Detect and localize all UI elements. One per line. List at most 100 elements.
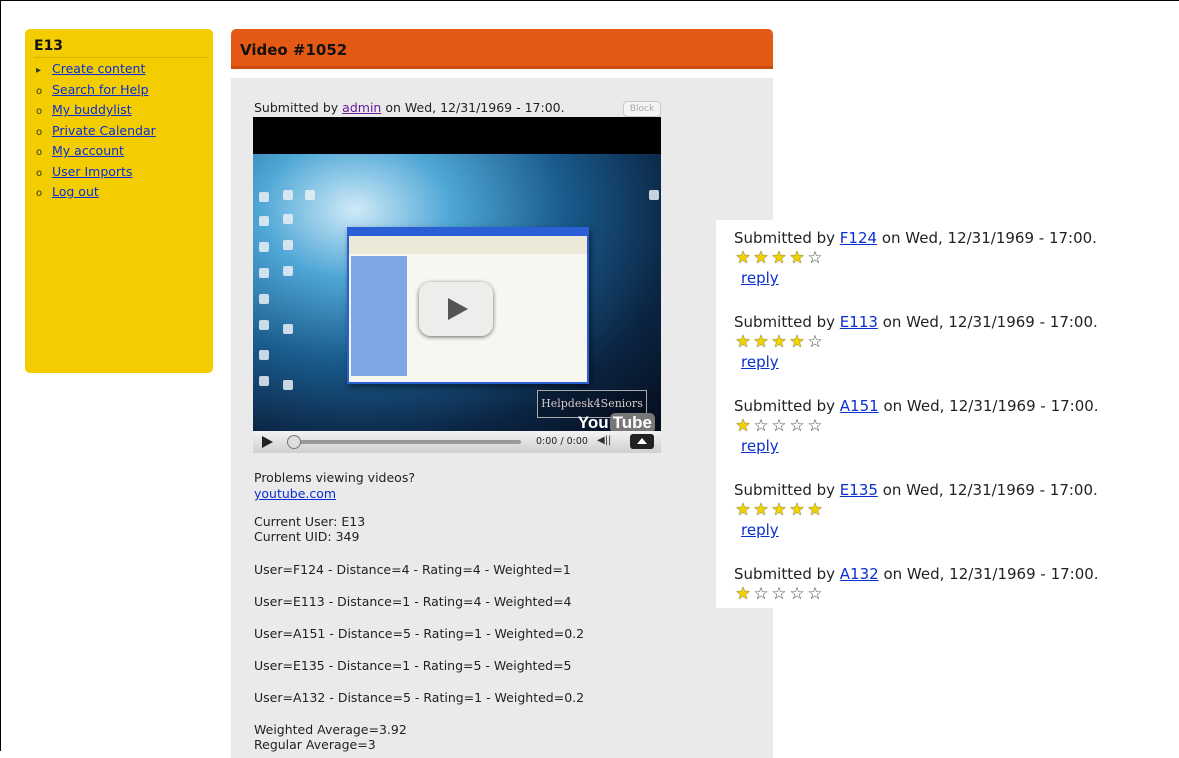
star-rating[interactable]: ★ ★ ★ ★ ★ (734, 500, 1098, 520)
current-user: Current User: E13 (254, 514, 366, 529)
desktop-icon (259, 376, 269, 386)
star-empty-icon[interactable]: ☆ (752, 584, 770, 604)
star-empty-icon[interactable]: ☆ (770, 416, 788, 436)
star-rating[interactable]: ★ ★ ★ ★ ☆ (734, 332, 1098, 352)
play-control-icon[interactable] (262, 436, 273, 448)
star-filled-icon[interactable]: ★ (770, 500, 788, 520)
star-filled-icon[interactable]: ★ (752, 332, 770, 352)
circle-bullet-icon: o (36, 85, 43, 97)
star-empty-icon[interactable]: ☆ (806, 332, 824, 352)
seek-handle[interactable] (287, 435, 301, 449)
seek-bar[interactable] (289, 440, 521, 444)
play-icon[interactable] (419, 282, 493, 336)
frame-left-border (0, 0, 1, 751)
desktop-icon (259, 294, 269, 304)
window-toolbar (349, 236, 587, 254)
sidebar-title: E13 (34, 38, 208, 58)
volume-icon[interactable]: ◀︎|| (597, 435, 617, 448)
desktop-icon (283, 214, 293, 224)
star-empty-icon[interactable]: ☆ (806, 416, 824, 436)
content-panel: Submitted by admin on Wed, 12/31/1969 - … (231, 78, 773, 758)
search-for-help-link[interactable]: Search for Help (52, 82, 149, 97)
player-controls: 0:00 / 0:00 ◀︎|| (253, 431, 661, 453)
star-empty-icon[interactable]: ☆ (752, 416, 770, 436)
reply-link[interactable]: reply (741, 437, 779, 455)
star-filled-icon[interactable]: ★ (734, 248, 752, 268)
weighted-average: Weighted Average=3.92 (254, 722, 407, 737)
desktop-icon (283, 190, 293, 200)
reply-link[interactable]: reply (741, 353, 779, 371)
comment-prefix: Submitted by (734, 229, 836, 247)
desktop-icon (283, 266, 293, 276)
comment-item: Submitted by E113 on Wed, 12/31/1969 - 1… (734, 312, 1098, 372)
regular-average: Regular Average=3 (254, 737, 376, 752)
star-filled-icon[interactable]: ★ (734, 500, 752, 520)
comment-submitted: Submitted by F124 on Wed, 12/31/1969 - 1… (734, 228, 1097, 248)
star-filled-icon[interactable]: ★ (752, 500, 770, 520)
author-link[interactable]: admin (342, 100, 381, 115)
reply-wrap: reply (734, 436, 1099, 456)
log-out-link[interactable]: Log out (52, 184, 99, 199)
comment-date: on Wed, 12/31/1969 - 17:00. (883, 565, 1099, 583)
star-filled-icon[interactable]: ★ (788, 332, 806, 352)
star-rating[interactable]: ★ ☆ ☆ ☆ ☆ (734, 416, 1099, 436)
reply-wrap: reply (734, 268, 1097, 288)
create-content-link[interactable]: Create content (52, 61, 145, 76)
youtube-link[interactable]: youtube.com (254, 486, 336, 501)
comment-user-link[interactable]: F124 (840, 229, 877, 247)
comment-prefix: Submitted by (734, 481, 836, 499)
star-filled-icon[interactable]: ★ (788, 248, 806, 268)
user-imports-link[interactable]: User Imports (52, 164, 132, 179)
star-empty-icon[interactable]: ☆ (788, 584, 806, 604)
block-button[interactable]: Block (623, 101, 661, 117)
reply-link[interactable]: reply (741, 521, 779, 539)
rating-row: User=F124 - Distance=4 - Rating=4 - Weig… (254, 562, 571, 577)
sidebar-item-imports: o User Imports (36, 163, 213, 184)
comment-user-link[interactable]: E113 (840, 313, 878, 331)
reply-link[interactable]: reply (741, 269, 779, 287)
video-screen[interactable]: Helpdesk4Seniors You Tube (253, 154, 661, 431)
desktop-icon (649, 190, 659, 200)
star-rating[interactable]: ★ ☆ ☆ ☆ ☆ (734, 584, 1099, 604)
fullscreen-icon[interactable] (630, 434, 654, 449)
star-empty-icon[interactable]: ☆ (770, 584, 788, 604)
star-filled-icon[interactable]: ★ (788, 500, 806, 520)
star-filled-icon[interactable]: ★ (734, 332, 752, 352)
rating-row: User=A132 - Distance=5 - Rating=1 - Weig… (254, 690, 585, 705)
comment-submitted: Submitted by E113 on Wed, 12/31/1969 - 1… (734, 312, 1098, 332)
desktop-icon (283, 240, 293, 250)
star-empty-icon[interactable]: ☆ (788, 416, 806, 436)
private-calendar-link[interactable]: Private Calendar (52, 123, 156, 138)
star-empty-icon[interactable]: ☆ (806, 248, 824, 268)
sidebar-item-account: o My account (36, 142, 213, 163)
my-buddylist-link[interactable]: My buddylist (52, 102, 132, 117)
current-uid: Current UID: 349 (254, 529, 360, 544)
node-submitted: Submitted by admin on Wed, 12/31/1969 - … (254, 100, 565, 115)
star-filled-icon[interactable]: ★ (752, 248, 770, 268)
desktop-icon (259, 268, 269, 278)
comment-item: Submitted by E135 on Wed, 12/31/1969 - 1… (734, 480, 1098, 540)
star-filled-icon[interactable]: ★ (734, 416, 752, 436)
sidebar-item-buddylist: o My buddylist (36, 101, 213, 122)
desktop-icon (259, 192, 269, 202)
star-filled-icon[interactable]: ★ (806, 500, 824, 520)
comment-user-link[interactable]: A151 (840, 397, 879, 415)
sidebar-item-calendar: o Private Calendar (36, 122, 213, 143)
comment-user-link[interactable]: A132 (840, 565, 879, 583)
sidebar-item-search-help: o Search for Help (36, 81, 213, 102)
frame-top-border (0, 0, 1179, 1)
circle-bullet-icon: o (36, 106, 43, 117)
youtube-logo[interactable]: You Tube (578, 413, 655, 431)
rating-row: User=A151 - Distance=5 - Rating=1 - Weig… (254, 626, 585, 641)
circle-bullet-icon: o (36, 167, 43, 179)
comment-user-link[interactable]: E135 (840, 481, 878, 499)
star-empty-icon[interactable]: ☆ (806, 584, 824, 604)
star-rating[interactable]: ★ ★ ★ ★ ☆ (734, 248, 1097, 268)
circle-bullet-icon: o (36, 188, 43, 199)
star-filled-icon[interactable]: ★ (770, 248, 788, 268)
video-player[interactable]: Helpdesk4Seniors You Tube 0:00 / 0:00 ◀︎|… (253, 117, 661, 453)
star-filled-icon[interactable]: ★ (770, 332, 788, 352)
star-filled-icon[interactable]: ★ (734, 584, 752, 604)
sidebar-item-logout: o Log out (36, 183, 213, 204)
my-account-link[interactable]: My account (52, 143, 124, 158)
